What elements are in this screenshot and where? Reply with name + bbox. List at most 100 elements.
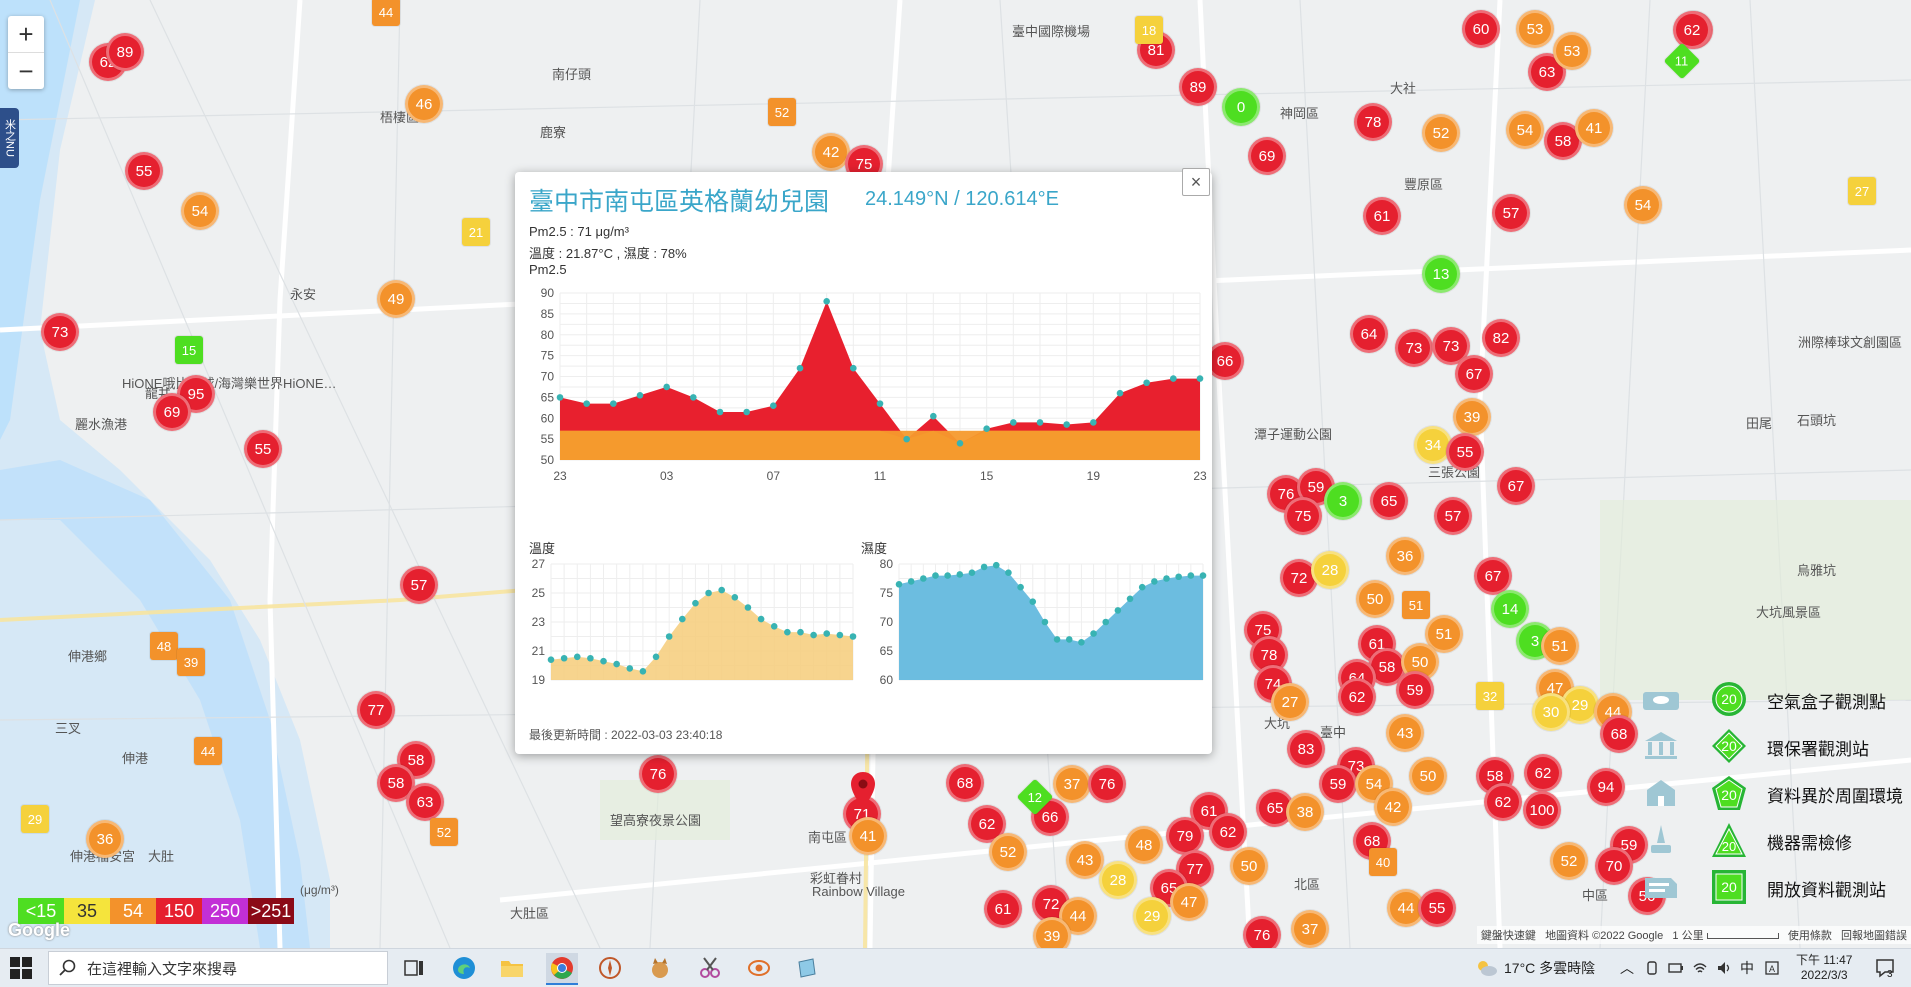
station-marker[interactable]: 51 [1541,627,1579,665]
legend-airbox[interactable]: 20 空氣盒子觀測點 [1641,676,1911,723]
station-marker[interactable]: 14 [1491,590,1529,628]
open-data-station-marker[interactable]: 29 [21,805,49,833]
station-marker[interactable]: 73 [1395,329,1433,367]
task-view-icon[interactable] [398,953,430,983]
open-data-station-marker[interactable]: 44 [372,0,400,26]
station-marker[interactable]: 69 [1248,137,1286,175]
station-marker[interactable]: 47 [1170,883,1208,921]
open-data-station-marker[interactable]: 44 [194,737,222,765]
zoom-out-button[interactable]: − [8,52,44,89]
station-marker[interactable]: 28 [1099,861,1137,899]
station-marker[interactable]: 62 [1524,754,1562,792]
station-marker[interactable]: 100 [1523,791,1561,829]
station-marker[interactable]: 63 [406,783,444,821]
station-marker[interactable]: 43 [1066,841,1104,879]
app-scissors-icon[interactable] [694,953,726,983]
file-explorer-icon[interactable] [496,953,528,983]
taskbar-search-box[interactable]: 在這裡輸入文字來搜尋 [48,951,388,985]
battery-icon[interactable] [1668,960,1684,976]
station-marker[interactable]: 54 [181,192,219,230]
station-marker[interactable]: 89 [1179,68,1217,106]
windows-start-icon[interactable] [10,957,32,979]
open-data-station-marker[interactable]: 15 [175,336,203,364]
station-marker[interactable]: 13 [1422,255,1460,293]
legend-open-data[interactable]: 20 開放資料觀測站 [1641,864,1911,911]
scale-bar[interactable]: 1 公里 [1672,930,1703,942]
station-marker[interactable]: 69 [153,393,191,431]
station-marker[interactable]: 61 [984,890,1022,928]
app-compass-icon[interactable] [594,953,626,983]
open-data-station-marker[interactable]: 39 [177,648,205,676]
station-marker[interactable]: 67 [1497,467,1535,505]
station-marker[interactable]: 49 [377,280,415,318]
speaker-icon[interactable] [1716,960,1732,976]
station-marker[interactable]: 43 [1386,714,1424,752]
station-marker[interactable]: 57 [1492,194,1530,232]
station-marker[interactable]: 77 [357,691,395,729]
usb-icon[interactable] [1644,960,1660,976]
station-marker[interactable]: 29 [1133,897,1171,935]
open-data-station-marker[interactable]: 27 [1848,177,1876,205]
station-marker[interactable]: 55 [1418,889,1456,927]
station-marker[interactable]: 54 [1624,186,1662,224]
open-data-station-marker[interactable]: 18 [1135,16,1163,44]
station-marker[interactable]: 36 [1386,537,1424,575]
station-marker[interactable]: 82 [1482,319,1520,357]
chrome-icon[interactable] [546,953,578,985]
station-marker[interactable]: 41 [849,817,887,855]
station-marker[interactable]: 67 [1455,355,1493,393]
keyboard-layout-icon[interactable]: A [1764,960,1780,976]
station-marker[interactable]: 78 [1354,103,1392,141]
station-marker[interactable]: 57 [1434,497,1472,535]
open-data-station-marker[interactable]: 40 [1369,848,1397,876]
open-data-station-marker[interactable]: 51 [1402,591,1430,619]
wifi-icon[interactable] [1692,960,1708,976]
keyboard-shortcuts-link[interactable]: 鍵盤快速鍵 [1481,930,1536,942]
legend-epa-station[interactable]: 20 環保署觀測站 [1641,723,1911,770]
open-data-station-marker[interactable]: 32 [1476,682,1504,710]
station-marker[interactable]: 55 [1446,433,1484,471]
open-data-station-marker[interactable]: 21 [462,218,490,246]
station-marker[interactable]: 60 [1462,10,1500,48]
station-marker[interactable]: 76 [1243,916,1281,948]
station-marker[interactable]: 37 [1053,765,1091,803]
zoom-in-button[interactable]: + [8,16,44,52]
station-marker[interactable]: 89 [106,33,144,71]
station-marker[interactable]: 54 [1506,111,1544,149]
legend-maintenance[interactable]: 20 機器需檢修 [1641,817,1911,864]
station-marker[interactable]: 83 [1287,730,1325,768]
clock[interactable]: 下午 11:47 2022/3/3 [1796,949,1852,987]
location-pin-icon[interactable] [849,770,877,810]
map-canvas[interactable]: 臺中國際機場 梧棲區 鹿寮 永安 龍井 麗水漁港 伸港鄉 伸港 大肚區 南屯區 彩虹眷村 Rainbo… [0,0,1911,948]
chevron-up-icon[interactable]: ︿ [1620,958,1634,978]
station-marker[interactable]: 73 [41,313,79,351]
open-data-station-marker[interactable]: 52 [430,818,458,846]
station-marker[interactable]: 55 [125,152,163,190]
station-marker[interactable]: 38 [1286,793,1324,831]
station-marker[interactable]: 42 [1374,788,1412,826]
edge-browser-icon[interactable] [448,953,480,983]
station-marker[interactable]: 52 [989,833,1027,871]
station-marker[interactable]: 70 [1595,847,1633,885]
station-marker[interactable]: 41 [1575,109,1613,147]
station-marker[interactable]: 53 [1553,32,1591,70]
terms-link[interactable]: 使用條款 [1788,930,1832,942]
station-marker[interactable]: 55 [244,430,282,468]
station-marker[interactable]: 37 [1291,910,1329,948]
station-marker[interactable]: 0 [1222,88,1260,126]
station-marker[interactable]: 27 [1271,683,1309,721]
report-error-link[interactable]: 回報地圖錯誤 [1841,930,1907,942]
station-marker[interactable]: 75 [1284,497,1322,535]
close-popup-button[interactable]: × [1182,168,1210,196]
station-marker[interactable]: 59 [1396,671,1434,709]
station-marker[interactable]: 52 [1422,114,1460,152]
station-marker[interactable]: 68 [1600,715,1638,753]
station-marker[interactable]: 76 [639,755,677,793]
station-marker[interactable]: 39 [1033,917,1071,948]
station-marker[interactable]: 62 [1484,783,1522,821]
station-marker[interactable]: 28 [1311,551,1349,589]
station-marker[interactable]: 65 [1370,482,1408,520]
station-marker[interactable]: 62 [1673,11,1711,49]
weather-widget[interactable]: 17°C 多雲時陰 [1476,949,1595,987]
ime-indicator[interactable]: 中 [1740,958,1754,978]
